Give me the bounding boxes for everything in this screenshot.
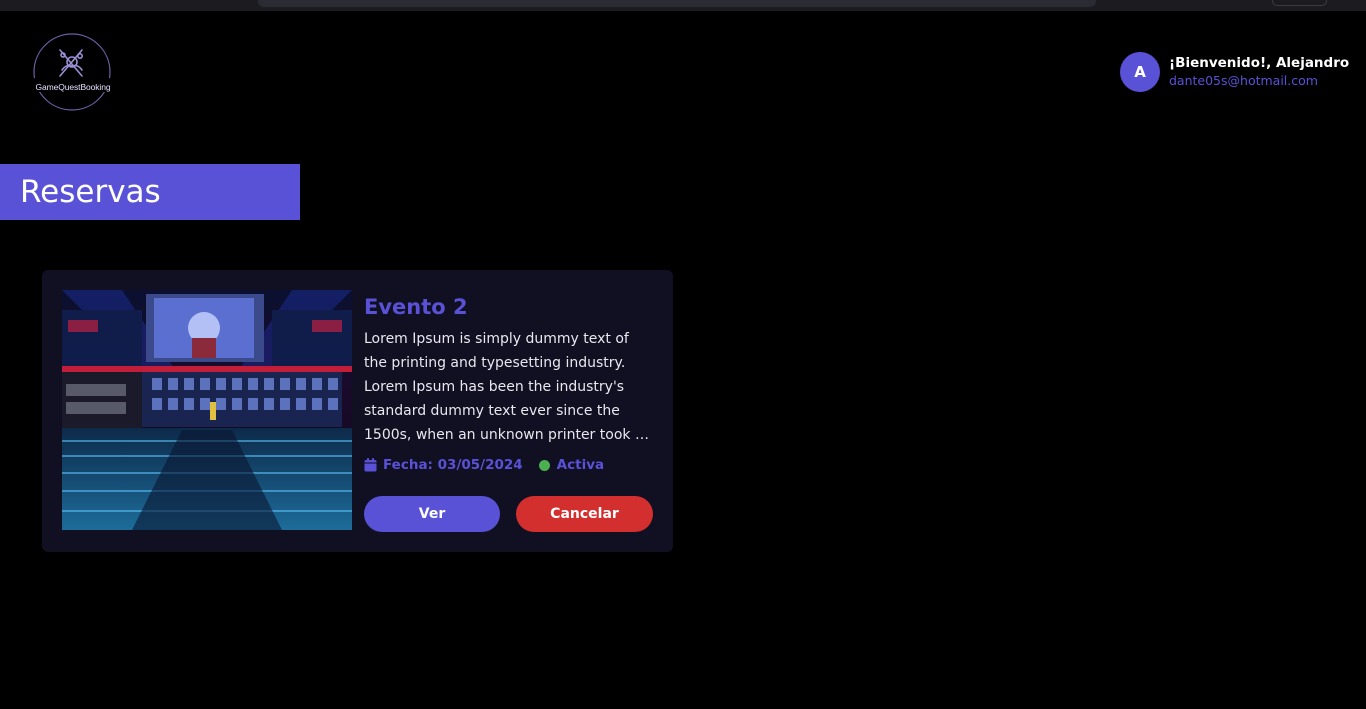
reservation-card: Evento 2 Lorem Ipsum is simply dummy tex… bbox=[42, 270, 673, 552]
user-greeting: ¡Bienvenido!, Alejandro bbox=[1169, 55, 1350, 71]
status-label: Activa bbox=[556, 457, 605, 473]
event-title[interactable]: Evento 2 bbox=[364, 292, 656, 322]
logo-text: GameQuestBooking bbox=[35, 82, 111, 92]
event-date: Fecha: 03/05/2024 bbox=[364, 457, 523, 473]
status-dot-icon bbox=[538, 459, 550, 471]
event-description: Lorem Ipsum is simply dummy text of the … bbox=[364, 331, 644, 443]
event-image bbox=[62, 290, 352, 530]
app-logo[interactable]: GameQuestBooking bbox=[32, 30, 114, 114]
card-actions: Ver Cancelar bbox=[364, 496, 653, 532]
browser-top-strip bbox=[0, 0, 1366, 11]
page-title: Reservas bbox=[20, 174, 161, 210]
user-info: ¡Bienvenido!, Alejandro dante05s@hotmail… bbox=[1169, 54, 1349, 90]
avatar[interactable]: A bbox=[1120, 52, 1160, 92]
cancel-button[interactable]: Cancelar bbox=[516, 496, 653, 532]
page-title-banner: Reservas bbox=[0, 164, 300, 220]
event-date-label: Fecha: 03/05/2024 bbox=[383, 457, 523, 473]
calendar-icon bbox=[364, 458, 377, 472]
browser-button[interactable] bbox=[1272, 0, 1327, 6]
event-meta: Fecha: 03/05/2024 Activa bbox=[364, 456, 656, 474]
logo-gamepad-icon bbox=[33, 33, 112, 111]
status-badge: Activa bbox=[538, 457, 605, 473]
user-email: dante05s@hotmail.com bbox=[1169, 73, 1318, 88]
card-body: Evento 2 Lorem Ipsum is simply dummy tex… bbox=[364, 290, 656, 474]
address-bar[interactable] bbox=[258, 0, 1096, 7]
view-button[interactable]: Ver bbox=[364, 496, 500, 532]
user-profile[interactable]: A ¡Bienvenido!, Alejandro dante05s@hotma… bbox=[1120, 52, 1349, 92]
